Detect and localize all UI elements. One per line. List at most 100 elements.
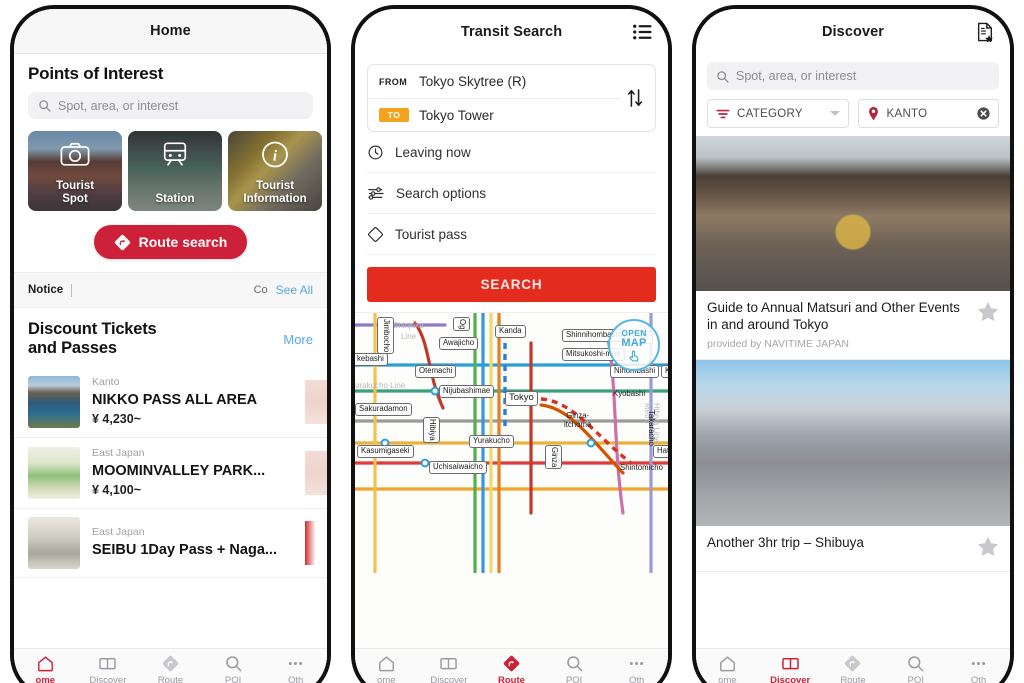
route-icon (114, 234, 130, 250)
open-map-line2: MAP (621, 336, 647, 349)
map-station-sakuradamon: Sakuradamon (355, 403, 412, 416)
notice-see-all-link[interactable]: See All (276, 283, 313, 297)
tab-other[interactable]: Oth (947, 654, 1010, 683)
option-search-options[interactable]: Search options (367, 173, 656, 214)
search-button[interactable]: SEARCH (367, 267, 656, 302)
tab-label: Route (840, 675, 866, 683)
ticket-thumbnail (28, 447, 80, 500)
ticket-price: ¥ 4,100~ (92, 483, 142, 498)
tab-discover[interactable]: Discover (77, 654, 140, 683)
tab-label: Discover (770, 675, 811, 683)
tab-route[interactable]: Route (139, 654, 202, 683)
ticket-thumbnail (28, 517, 80, 570)
ticket-meta: Kanto NIKKO PASS ALL AREA ¥ 4,230~ (92, 375, 293, 429)
bottom-tabbar[interactable]: ome Discover Route POI Oth (14, 648, 327, 683)
star-icon[interactable] (977, 534, 999, 562)
bottom-tabbar[interactable]: ome Discover Route POI Oth (355, 648, 668, 683)
option-leaving-now[interactable]: Leaving now (367, 132, 656, 173)
tab-label: ome (718, 675, 737, 683)
ticket-region: East Japan (92, 447, 145, 459)
discover-filter-row: CATEGORY KANTO (696, 90, 1010, 136)
category-filter-label: CATEGORY (737, 107, 803, 120)
phone-screen-home: Home Points of Interest Spot, area, or i… (14, 9, 327, 683)
phone-home: Home Points of Interest Spot, area, or i… (0, 0, 341, 683)
more-icon (971, 661, 986, 666)
open-map-button[interactable]: OPEN MAP (608, 319, 660, 371)
map-station-og: Og (453, 317, 470, 332)
tab-home[interactable]: ome (696, 654, 759, 683)
ticket-region: Kanto (92, 375, 120, 388)
phone-bezel: Transit Search FROM Tokyo Skytree (R) TO… (351, 5, 672, 683)
transit-map-preview[interactable]: Shinjuku Line urakucho Line Metro Hibiya… (355, 312, 668, 648)
sliders-icon (368, 186, 384, 200)
map-station-jimbocho: Jimbocho (377, 317, 394, 355)
map-station-kebashi: kebashi (355, 353, 388, 366)
more-icon (630, 661, 644, 666)
tile-tourist-information[interactable]: i Tourist Information (228, 131, 322, 211)
tab-discover[interactable]: Discover (418, 654, 481, 683)
navbar-transit: Transit Search (355, 9, 668, 54)
ticket-meta: East Japan SEIBU 1Day Pass + Naga... (92, 525, 293, 560)
tab-label: Oth (629, 675, 645, 683)
ticket-list-item[interactable]: Kanto NIKKO PASS ALL AREA ¥ 4,230~ (14, 367, 327, 438)
tab-label: Oth (288, 675, 304, 683)
card-provider: provided by NAVITIME JAPAN (707, 337, 849, 350)
page-title: Transit Search (460, 23, 563, 40)
option-label: Leaving now (395, 144, 471, 160)
map-station-yurakucho: Yurakucho (469, 435, 514, 448)
card-caption: Another 3hr trip – Shibuya (696, 526, 1010, 571)
map-station-ginza-itchome: Ginza-itchome (564, 411, 592, 429)
swap-vertical-icon[interactable] (621, 88, 649, 108)
chevron-down-icon (829, 111, 840, 116)
map-station-hatch: Hatch (653, 445, 668, 458)
tab-other[interactable]: Oth (605, 654, 668, 683)
card-text: Another 3hr trip – Shibuya (707, 534, 969, 551)
saved-article-icon[interactable] (976, 22, 994, 42)
route-search-row: Route search (14, 211, 327, 272)
route-icon (503, 655, 520, 672)
option-label: Search options (396, 185, 487, 201)
tickets-more-link[interactable]: More (283, 320, 313, 347)
from-tag: FROM (379, 76, 408, 87)
tab-home[interactable]: ome (14, 654, 77, 683)
clear-circle-icon[interactable] (977, 107, 990, 120)
map-station-shintomicho: Shintomicho (620, 463, 663, 472)
region-filter-chip[interactable]: KANTO (857, 99, 999, 128)
discover-card[interactable]: Another 3hr trip – Shibuya (696, 359, 1010, 572)
card-text: Guide to Annual Matsuri and Other Events… (707, 299, 969, 350)
category-filter-chip[interactable]: CATEGORY (707, 99, 849, 128)
ticket-list-item[interactable]: East Japan MOOMINVALLEY PARK... ¥ 4,100~ (14, 438, 327, 510)
tab-route[interactable]: Route (480, 654, 543, 683)
star-icon[interactable] (977, 299, 999, 327)
tab-route[interactable]: Route (822, 654, 885, 683)
ticket-region: East Japan (92, 526, 145, 539)
notice-bar[interactable]: Notice Co See All (14, 272, 327, 308)
ticket-side-image (305, 521, 327, 566)
map-station-hibiya: Hibiya (423, 417, 440, 443)
to-field[interactable]: TO Tokyo Tower (368, 98, 621, 131)
list-icon[interactable] (633, 24, 652, 40)
tab-poi[interactable]: POI (543, 654, 606, 683)
tab-other[interactable]: Oth (264, 654, 327, 683)
from-field[interactable]: FROM Tokyo Skytree (R) (368, 65, 621, 98)
poi-search-input[interactable]: Spot, area, or interest (28, 92, 313, 119)
tab-poi[interactable]: POI (884, 654, 947, 683)
tab-home[interactable]: ome (355, 654, 418, 683)
discover-card[interactable]: Guide to Annual Matsuri and Other Events… (696, 136, 1010, 360)
tile-station[interactable]: Station (128, 131, 222, 211)
tab-poi[interactable]: POI (202, 654, 265, 683)
tab-discover[interactable]: Discover (759, 654, 822, 683)
poi-category-tiles[interactable]: Tourist Spot Station i Tourist Informati… (14, 119, 327, 211)
ticket-name: NIKKO PASS ALL AREA (92, 391, 258, 408)
route-search-button[interactable]: Route search (93, 225, 248, 259)
tab-label: Oth (970, 675, 987, 683)
ticket-list-item[interactable]: East Japan SEIBU 1Day Pass + Naga... (14, 509, 327, 579)
option-tourist-pass[interactable]: Tourist pass (367, 214, 656, 255)
discover-search-input[interactable]: Spot, area, or interest (707, 62, 999, 90)
book-icon (440, 658, 458, 670)
phone-transit-search: Transit Search FROM Tokyo Skytree (R) TO… (341, 0, 682, 683)
home-icon (37, 656, 53, 672)
map-station-kanda: Kanda (495, 325, 526, 338)
tile-tourist-spot[interactable]: Tourist Spot (28, 131, 122, 211)
bottom-tabbar[interactable]: ome Discover Route POI Oth (696, 648, 1010, 683)
